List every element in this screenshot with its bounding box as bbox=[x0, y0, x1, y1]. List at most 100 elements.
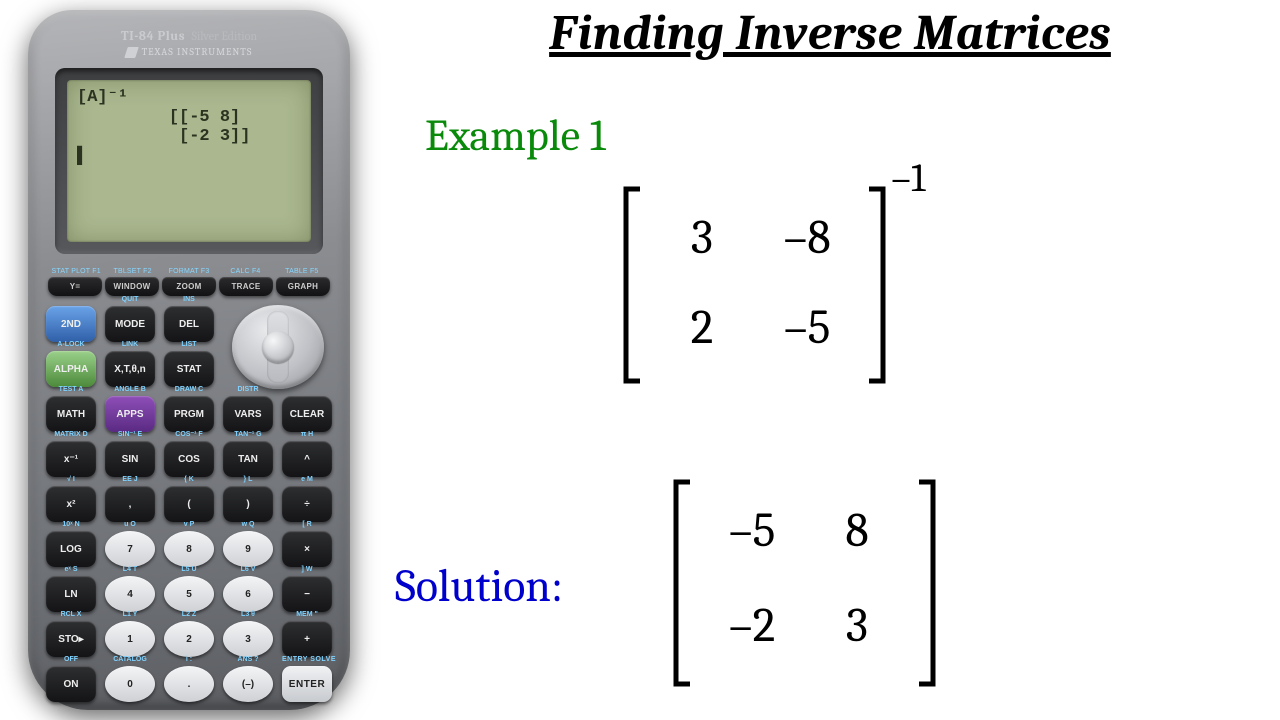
key-button[interactable]: x⁻¹MATRIX D bbox=[46, 441, 96, 477]
key-button[interactable]: ENTERENTRY SOLVE bbox=[282, 666, 332, 702]
m2-a12: 8 bbox=[832, 503, 882, 568]
key-button[interactable]: )} L bbox=[223, 486, 273, 522]
key-button[interactable]: ONOFF bbox=[46, 666, 96, 702]
calc-model: TI-84 Plus bbox=[121, 29, 185, 44]
key-sup-label: L2 Z bbox=[164, 611, 214, 619]
key-sup-label: } L bbox=[223, 476, 273, 484]
key-sup-label: v P bbox=[164, 521, 214, 529]
bracket-right-icon bbox=[867, 185, 889, 385]
fkey-label: FORMAT F3 bbox=[161, 268, 217, 275]
bracket-left-icon bbox=[670, 478, 692, 688]
key-button[interactable]: X,T,θ,nLINK bbox=[105, 351, 155, 387]
m1-a22: –5 bbox=[782, 300, 832, 360]
key-button[interactable]: .i : bbox=[164, 666, 214, 702]
solution-label: Solution: bbox=[395, 560, 563, 613]
key-button[interactable]: VARSDISTR bbox=[223, 396, 273, 432]
key-sup-label: L6 V bbox=[223, 566, 273, 574]
key-button[interactable]: 6L6 V bbox=[223, 576, 273, 612]
key-button[interactable]: 8v P bbox=[164, 531, 214, 567]
key-button[interactable]: 3L3 θ bbox=[223, 621, 273, 657]
calc-screen-rim: [A]⁻¹ [[-5 8] [-2 3]] ▌ bbox=[55, 68, 323, 254]
fkey-button[interactable]: Y= bbox=[48, 277, 102, 296]
key-sup-label: ENTRY SOLVE bbox=[282, 656, 332, 664]
dpad[interactable] bbox=[223, 306, 332, 387]
key-button[interactable]: DELINS bbox=[164, 306, 214, 342]
fkey-button[interactable]: TRACE bbox=[219, 277, 273, 296]
key-sup-label: [ R bbox=[282, 521, 332, 529]
m1-a11: 3 bbox=[677, 210, 727, 270]
key-button[interactable]: ,EE J bbox=[105, 486, 155, 522]
key-button[interactable]: −] W bbox=[282, 576, 332, 612]
key-button[interactable]: ×[ R bbox=[282, 531, 332, 567]
key-button[interactable]: ({ K bbox=[164, 486, 214, 522]
key-sup-label: TEST A bbox=[46, 386, 96, 394]
key-sup-label: ANS ? bbox=[223, 656, 273, 664]
key-button[interactable]: 2ND bbox=[46, 306, 96, 342]
example-label: Example 1 bbox=[425, 110, 606, 161]
key-sup-label: RCL X bbox=[46, 611, 96, 619]
key-button[interactable]: ALPHAA-LOCK bbox=[46, 351, 96, 387]
ti84-calculator: TI-84 Plus Silver Edition TEXAS INSTRUME… bbox=[28, 10, 350, 710]
key-button[interactable]: +MEM " bbox=[282, 621, 332, 657]
key-sup-label: TAN⁻¹ G bbox=[223, 431, 273, 439]
key-button[interactable]: APPSANGLE B bbox=[105, 396, 155, 432]
page-title: Finding Inverse Matrices bbox=[400, 4, 1260, 62]
key-button[interactable]: CLEAR bbox=[282, 396, 332, 432]
calc-fkey-row: Y=WINDOWZOOMTRACEGRAPH bbox=[48, 277, 330, 296]
fkey-label: STAT PLOT F1 bbox=[48, 268, 104, 275]
key-button[interactable]: 1L1 Y bbox=[105, 621, 155, 657]
fkey-button[interactable]: GRAPH bbox=[276, 277, 330, 296]
key-button[interactable]: SINSIN⁻¹ E bbox=[105, 441, 155, 477]
calc-header: TI-84 Plus Silver Edition TEXAS INSTRUME… bbox=[46, 26, 332, 58]
m1-a12: –8 bbox=[782, 210, 832, 270]
problem-matrix: 3 –8 2 –5 –1 bbox=[620, 185, 925, 385]
key-button[interactable]: PRGMDRAW C bbox=[164, 396, 214, 432]
key-button[interactable]: MATHTEST A bbox=[46, 396, 96, 432]
key-button[interactable]: (–)ANS ? bbox=[223, 666, 273, 702]
m2-a11: –5 bbox=[727, 503, 777, 568]
key-sup-label: ANGLE B bbox=[105, 386, 155, 394]
key-button[interactable]: 9w Q bbox=[223, 531, 273, 567]
key-sup-label: LIST bbox=[164, 341, 214, 349]
bracket-right-icon bbox=[917, 478, 939, 688]
key-sup-label: w Q bbox=[223, 521, 273, 529]
key-button[interactable]: 2L2 Z bbox=[164, 621, 214, 657]
m1-a21: 2 bbox=[677, 300, 727, 360]
fkey-label: TABLE F5 bbox=[274, 268, 330, 275]
key-button[interactable]: ^π H bbox=[282, 441, 332, 477]
key-button[interactable]: 0CATALOG bbox=[105, 666, 155, 702]
calc-edition: Silver Edition bbox=[192, 29, 258, 43]
key-button[interactable]: 5L5 U bbox=[164, 576, 214, 612]
key-sup-label: { K bbox=[164, 476, 214, 484]
key-button[interactable]: LOG10ˣ N bbox=[46, 531, 96, 567]
key-sup-label: QUIT bbox=[105, 296, 155, 304]
key-sup-label: MATRIX D bbox=[46, 431, 96, 439]
key-button[interactable]: STO▸RCL X bbox=[46, 621, 96, 657]
fkey-button[interactable]: ZOOM bbox=[162, 277, 216, 296]
key-sup-label: L3 θ bbox=[223, 611, 273, 619]
key-sup-label: ] W bbox=[282, 566, 332, 574]
ti-logo-icon bbox=[124, 47, 139, 58]
fkey-button[interactable]: WINDOW bbox=[105, 277, 159, 296]
key-button[interactable]: COSCOS⁻¹ F bbox=[164, 441, 214, 477]
key-button[interactable]: 4L4 T bbox=[105, 576, 155, 612]
key-button[interactable]: x²√ I bbox=[46, 486, 96, 522]
key-sup-label: √ I bbox=[46, 476, 96, 484]
key-button[interactable]: 7u O bbox=[105, 531, 155, 567]
key-sup-label: 10ˣ N bbox=[46, 521, 96, 529]
key-button[interactable]: LNeˣ S bbox=[46, 576, 96, 612]
calc-keypad: 2NDMODEQUITDELINSALPHAA-LOCKX,T,θ,nLINKS… bbox=[46, 306, 332, 702]
key-button[interactable]: MODEQUIT bbox=[105, 306, 155, 342]
key-sup-label: π H bbox=[282, 431, 332, 439]
key-sup-label: LINK bbox=[105, 341, 155, 349]
key-sup-label: COS⁻¹ F bbox=[164, 431, 214, 439]
key-button[interactable]: ÷e M bbox=[282, 486, 332, 522]
key-sup-label: OFF bbox=[46, 656, 96, 664]
fkey-label: TBLSET F2 bbox=[104, 268, 160, 275]
key-sup-label: EE J bbox=[105, 476, 155, 484]
fkey-label: CALC F4 bbox=[217, 268, 273, 275]
key-button[interactable]: STATLIST bbox=[164, 351, 214, 387]
key-sup-label: SIN⁻¹ E bbox=[105, 431, 155, 439]
key-button[interactable]: TANTAN⁻¹ G bbox=[223, 441, 273, 477]
calc-fkey-labels: STAT PLOT F1TBLSET F2FORMAT F3CALC F4TAB… bbox=[48, 268, 330, 275]
